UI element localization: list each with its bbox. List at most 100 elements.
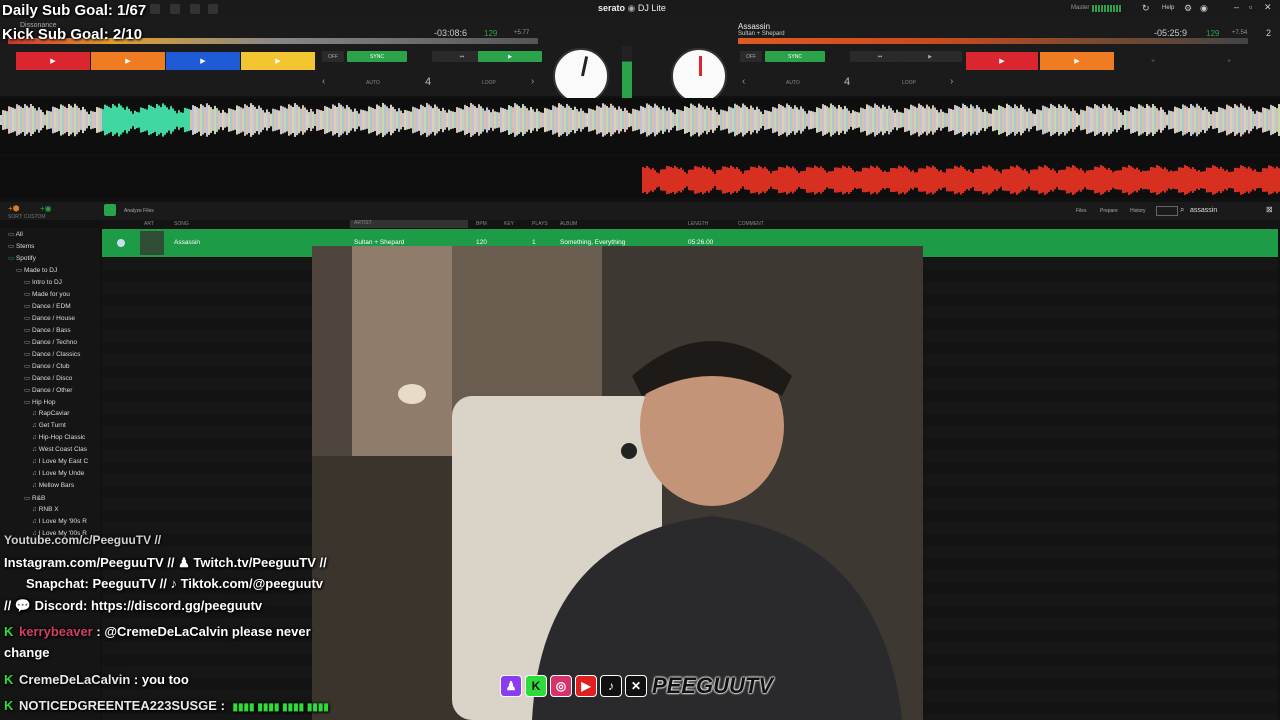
- midi-icon[interactable]: [170, 4, 180, 14]
- sidebar-item[interactable]: ▭ Dance / Techno: [24, 338, 77, 346]
- deck-a-sync-off-button[interactable]: OFF: [322, 51, 344, 62]
- prepare-tab[interactable]: Prepare: [1100, 208, 1118, 214]
- waveform-bar: [1110, 170, 1112, 190]
- deck-b-loop-next-icon[interactable]: ›: [950, 76, 953, 87]
- col-artist[interactable]: ARTIST: [350, 220, 468, 228]
- sidebar-item[interactable]: ▭ Hip Hop: [24, 398, 55, 406]
- waveform-bar: [212, 109, 214, 131]
- col-plays[interactable]: PLAYS: [532, 221, 548, 227]
- deck-b-sync-off-button[interactable]: OFF: [740, 51, 762, 62]
- waveform-bar: [1182, 104, 1184, 136]
- sidebar-item[interactable]: ♫ I Love My East C: [32, 458, 88, 465]
- account-icon[interactable]: ◉: [1200, 3, 1208, 14]
- history-tab[interactable]: History: [1130, 208, 1146, 214]
- files-tab[interactable]: Files: [1076, 208, 1087, 214]
- sidebar-item[interactable]: ♫ I Love My '90s R: [32, 518, 87, 525]
- deck-a-sync-button[interactable]: SYNC: [347, 51, 407, 62]
- deck-a-auto-loop[interactable]: AUTO: [366, 80, 380, 86]
- deck-a-hotcue-4[interactable]: ▶: [241, 52, 315, 70]
- deck-b-hotcue-4[interactable]: +: [1192, 52, 1266, 70]
- sidebar-item[interactable]: ▭ Stems: [8, 242, 34, 250]
- deck-b-sync-button[interactable]: SYNC: [765, 51, 825, 62]
- sidebar-item[interactable]: ▭ R&B: [24, 494, 45, 502]
- waveform-bar: [694, 106, 696, 134]
- waveform-bar: [636, 109, 638, 131]
- sidebar-item[interactable]: ♫ RNB X: [32, 506, 59, 513]
- col-song[interactable]: SONG: [174, 221, 189, 227]
- col-length[interactable]: LENGTH: [688, 221, 708, 227]
- deck-b-hotcue-2[interactable]: ▶: [1040, 52, 1114, 70]
- sidebar-item[interactable]: ♫ West Coast Clas: [32, 446, 87, 453]
- sidebar-item[interactable]: ▭ Dance / Other: [24, 386, 72, 394]
- deck-count[interactable]: 2: [1266, 28, 1271, 38]
- sidebar-item[interactable]: ▭ All: [8, 230, 23, 238]
- sidebar-item[interactable]: ▭ Dance / House: [24, 314, 75, 322]
- sidebar-item[interactable]: ▭ Dance / Disco: [24, 374, 72, 382]
- deck-b-waveform[interactable]: [0, 156, 1280, 198]
- analyze-files-button[interactable]: Analyze Files: [124, 208, 154, 214]
- sort-label[interactable]: SORT: CUSTOM: [8, 214, 46, 220]
- search-scope-toggle[interactable]: [1156, 206, 1178, 216]
- waveform-bar: [1208, 167, 1210, 193]
- waveform-bar: [370, 107, 372, 133]
- search-input[interactable]: assassin: [1190, 207, 1217, 214]
- col-key[interactable]: KEY: [504, 221, 514, 227]
- sidebar-item[interactable]: ▭ Dance / Club: [24, 362, 70, 370]
- record-icon[interactable]: [150, 4, 160, 14]
- smart-crate-icon[interactable]: +◉: [40, 204, 52, 213]
- deck-b-platter[interactable]: [671, 48, 727, 104]
- refresh-icon[interactable]: ↻: [1142, 3, 1150, 14]
- deck-a-loop-prev-icon[interactable]: ‹: [322, 76, 325, 87]
- kick-badge-icon: K: [4, 624, 14, 639]
- col-album[interactable]: ALBUM: [560, 221, 577, 227]
- sidebar-item[interactable]: ▭ Made to DJ: [16, 266, 57, 274]
- waveform-bar: [796, 170, 798, 190]
- sidebar-item[interactable]: ♫ Get Turnt: [32, 422, 66, 429]
- sidebar-item[interactable]: ♫ Hip-Hop Classic: [32, 434, 85, 441]
- clear-search-icon[interactable]: ⊠: [1266, 205, 1273, 214]
- fx-icon[interactable]: [190, 4, 200, 14]
- sidebar-item[interactable]: ▭ Dance / Classics: [24, 350, 80, 358]
- deck-a-hotcue-3[interactable]: ▶: [166, 52, 240, 70]
- sidebar-item[interactable]: ▭ Dance / EDM: [24, 302, 71, 310]
- list-view-icon[interactable]: [104, 204, 116, 216]
- deck-a-hotcue-1[interactable]: ▶: [16, 52, 90, 70]
- deck-b-overview[interactable]: [738, 38, 1248, 44]
- help-menu[interactable]: Help: [1162, 5, 1174, 11]
- deck-a-play-button[interactable]: ▶: [478, 51, 542, 62]
- deck-b-loop-button[interactable]: LOOP: [902, 80, 916, 86]
- deck-b-auto-loop[interactable]: AUTO: [786, 80, 800, 86]
- sidebar-item[interactable]: ♫ RapCaviar: [32, 410, 69, 417]
- waveform-bar: [1060, 169, 1062, 191]
- waveform-bar: [778, 103, 780, 137]
- waveform-bar: [236, 105, 238, 135]
- maximize-icon[interactable]: ▫: [1249, 2, 1252, 12]
- waveform-bar: [430, 106, 432, 134]
- deck-a-hotcue-2[interactable]: ▶: [91, 52, 165, 70]
- deck-b-hotcue-3[interactable]: +: [1116, 52, 1190, 70]
- deck-b-hotcue-1[interactable]: ▶: [966, 52, 1038, 70]
- close-icon[interactable]: ✕: [1264, 2, 1272, 13]
- col-bpm[interactable]: BPM: [476, 221, 487, 227]
- sidebar-item[interactable]: ▭ Made for you: [24, 290, 70, 298]
- sidebar-item[interactable]: ♫ I Love My Unde: [32, 470, 84, 477]
- deck-a-waveform[interactable]: [0, 98, 1280, 154]
- deck-b-play-button[interactable]: ▶: [898, 51, 962, 62]
- col-art[interactable]: ART: [144, 221, 154, 227]
- waveform-bar: [960, 107, 962, 133]
- waveform-bar: [1074, 110, 1076, 130]
- sidebar-item[interactable]: ♫ Mellow Bars: [32, 482, 74, 489]
- deck-b-loop-prev-icon[interactable]: ‹: [742, 76, 745, 87]
- gear-icon[interactable]: ⚙: [1184, 3, 1192, 14]
- waveform-bar: [1050, 169, 1052, 191]
- crate-add-icon[interactable]: +⬢: [8, 204, 20, 213]
- sidebar-item[interactable]: ▭ Dance / Bass: [24, 326, 71, 334]
- sidebar-item[interactable]: ▭ Intro to DJ: [24, 278, 62, 286]
- deck-a-loop-next-icon[interactable]: ›: [531, 76, 534, 87]
- minimize-icon[interactable]: –: [1234, 2, 1239, 12]
- deck-a-loop-button[interactable]: LOOP: [482, 80, 496, 86]
- col-comment[interactable]: COMMENT: [738, 221, 764, 227]
- deck-a-platter[interactable]: [553, 48, 609, 104]
- sidebar-item[interactable]: ▭ Spotify: [8, 254, 36, 262]
- mixer-icon[interactable]: [208, 4, 218, 14]
